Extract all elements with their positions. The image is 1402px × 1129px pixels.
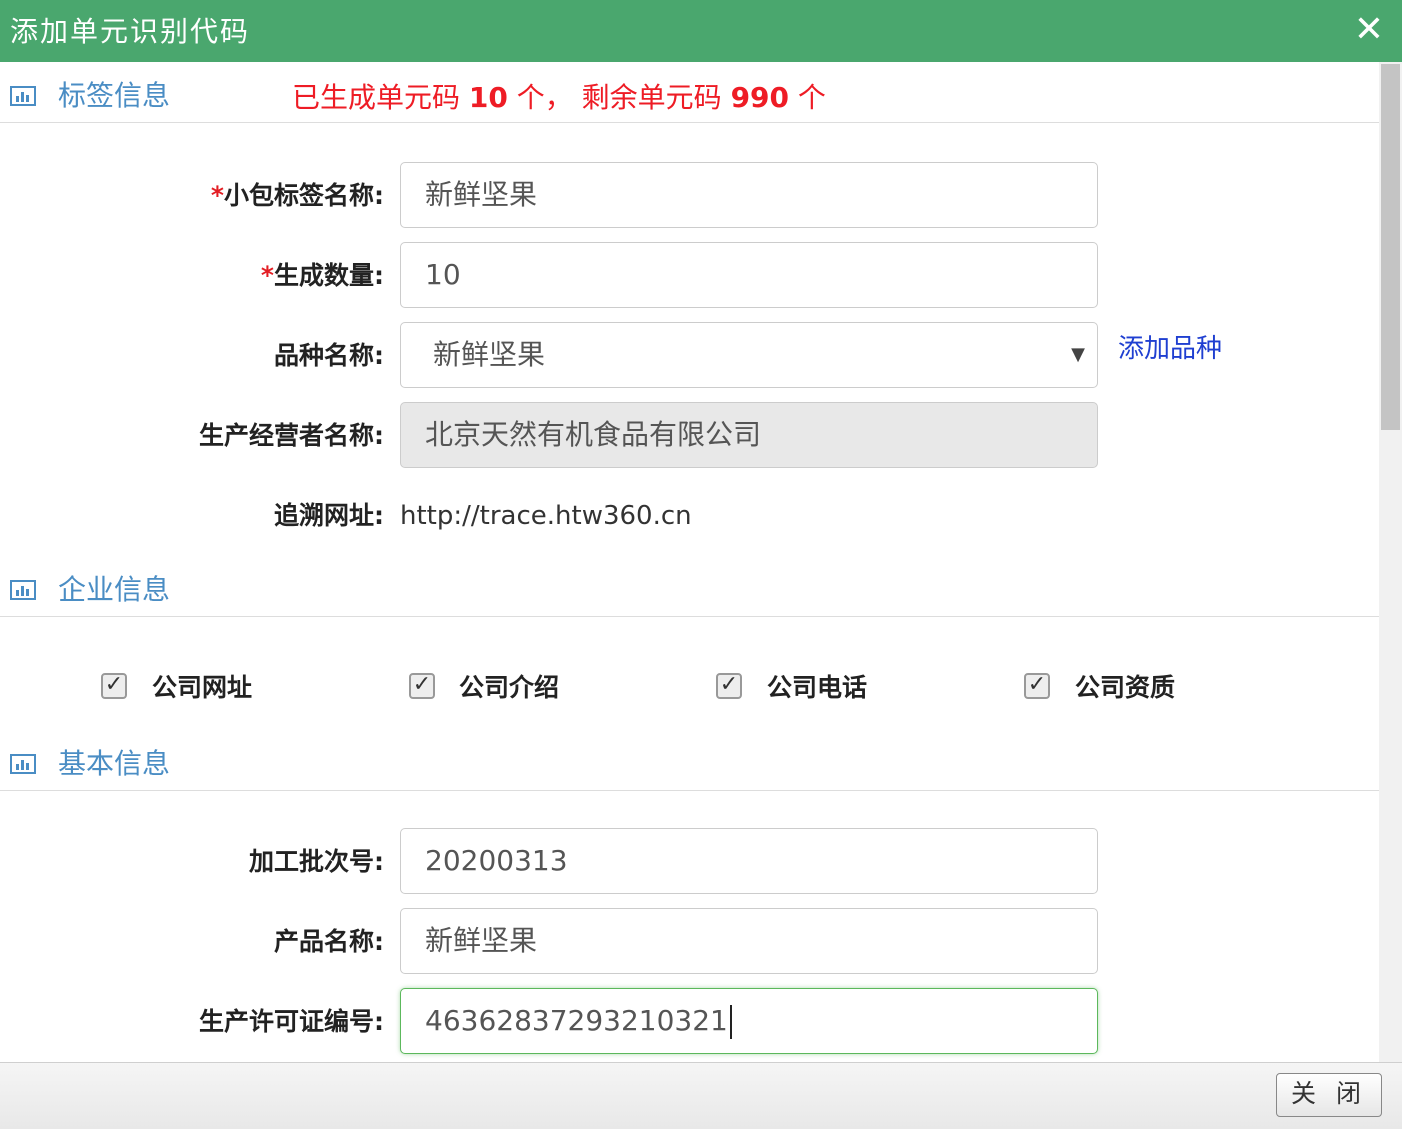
package-label-name-input[interactable]: 新鲜坚果 — [400, 162, 1098, 228]
dialog-footer: 关 闭 — [0, 1062, 1402, 1129]
company-website-checkbox[interactable]: ✓ — [101, 673, 127, 699]
dialog-titlebar: 添加单元识别代码 ✕ — [0, 0, 1402, 62]
generated-count: 10 — [468, 81, 508, 114]
section-title: 企业信息 — [58, 573, 171, 606]
scrollbar-thumb[interactable] — [1381, 64, 1400, 430]
batch-number-input[interactable]: 20200313 — [400, 828, 1098, 894]
product-name-label: 产品名称: — [274, 927, 384, 956]
bar-chart-icon — [10, 580, 36, 600]
section-basic-info: 基本信息 — [0, 730, 1379, 791]
trace-url-label: 追溯网址: — [274, 501, 384, 530]
dialog-title: 添加单元识别代码 — [10, 15, 251, 48]
bar-chart-icon — [10, 86, 36, 106]
generation-status: 已生成单元码 10 个， 剩余单元码 990 个 — [292, 81, 826, 114]
batch-number-label: 加工批次号: — [249, 847, 384, 876]
section-title: 标签信息 — [58, 79, 171, 112]
company-intro-checkbox[interactable]: ✓ — [409, 673, 435, 699]
package-label-name-label: *小包标签名称: — [210, 181, 384, 210]
producer-name-input: 北京天然有机食品有限公司 — [400, 402, 1098, 468]
license-number-input[interactable]: 46362837293210321 — [400, 988, 1098, 1054]
close-icon[interactable]: ✕ — [1354, 10, 1384, 50]
license-number-value: 46362837293210321 — [425, 1004, 728, 1037]
producer-name-label: 生产经营者名称: — [199, 421, 384, 450]
dropdown-arrow-icon: ▼ — [1071, 344, 1085, 365]
company-qualification-label: 公司资质 — [1075, 673, 1176, 702]
bar-chart-icon — [10, 754, 36, 774]
section-label-info: 标签信息 已生成单元码 10 个， 剩余单元码 990 个 — [0, 62, 1379, 123]
section-title: 基本信息 — [58, 747, 171, 780]
generate-quantity-input[interactable]: 10 — [400, 242, 1098, 308]
section-company-info: 企业信息 — [0, 556, 1379, 617]
remaining-count: 990 — [730, 81, 790, 114]
variety-name-select[interactable]: 新鲜坚果 ▼ — [400, 322, 1098, 388]
variety-name-label: 品种名称: — [274, 341, 384, 370]
close-button[interactable]: 关 闭 — [1276, 1073, 1382, 1117]
add-variety-link[interactable]: 添加品种 — [1118, 334, 1222, 364]
license-number-label: 生产许可证编号: — [199, 1007, 384, 1036]
company-website-label: 公司网址 — [152, 673, 253, 702]
product-name-input[interactable]: 新鲜坚果 — [400, 908, 1098, 974]
company-qualification-checkbox[interactable]: ✓ — [1024, 673, 1050, 699]
text-caret — [729, 1005, 732, 1039]
company-intro-label: 公司介绍 — [459, 673, 560, 702]
variety-name-value: 新鲜坚果 — [433, 338, 546, 371]
dialog-content: 标签信息 已生成单元码 10 个， 剩余单元码 990 个 *小包标签名称: 新… — [0, 62, 1379, 1062]
vertical-scrollbar[interactable] — [1379, 62, 1402, 1062]
trace-url-value: http://trace.htw360.cn — [400, 501, 692, 531]
generate-quantity-label: *生成数量: — [260, 261, 384, 290]
company-phone-checkbox[interactable]: ✓ — [716, 673, 742, 699]
company-phone-label: 公司电话 — [767, 673, 868, 702]
